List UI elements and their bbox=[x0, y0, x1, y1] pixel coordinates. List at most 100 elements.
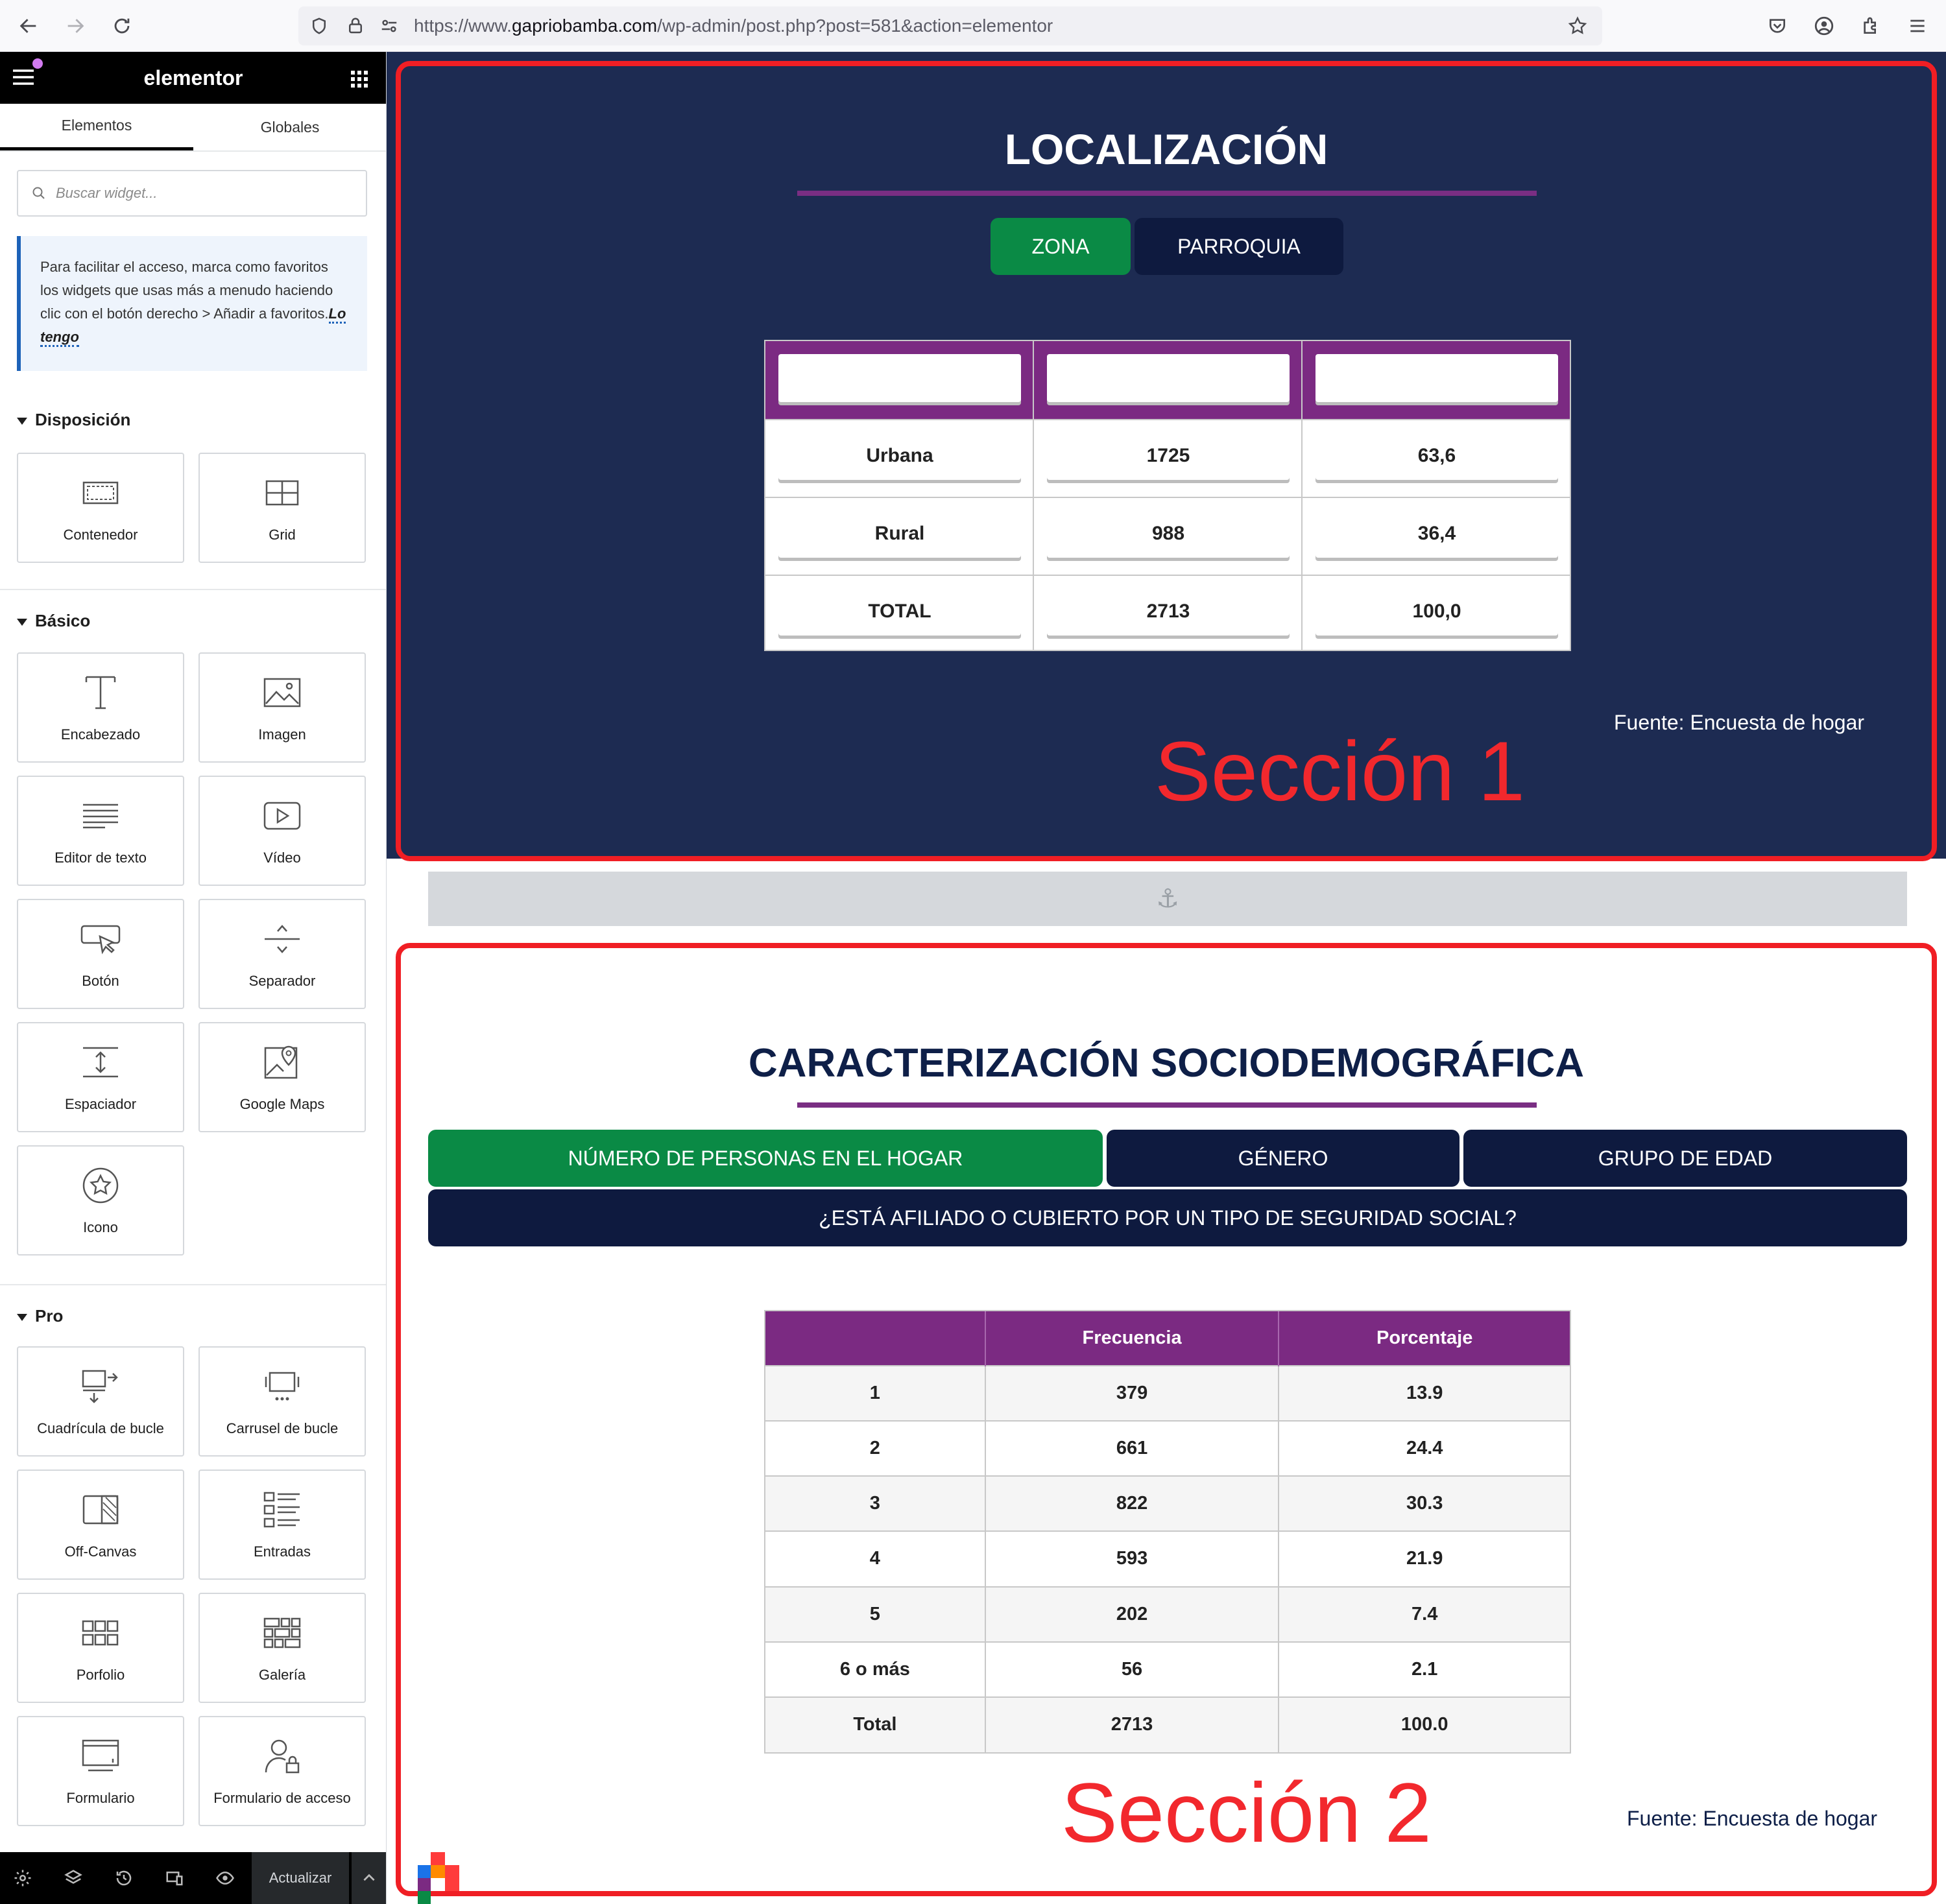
widget-login[interactable]: Formulario de acceso bbox=[198, 1716, 366, 1826]
sidebar-header: elementor bbox=[0, 52, 386, 104]
menu-icon[interactable] bbox=[1903, 12, 1932, 40]
widget-label: Botón bbox=[82, 973, 119, 989]
widget-icon[interactable]: Icono bbox=[17, 1145, 184, 1255]
elementor-sidebar: elementor Elementos Globales Buscar widg… bbox=[0, 52, 387, 1904]
extensions-icon[interactable] bbox=[1856, 12, 1885, 40]
widget-gallery[interactable]: Galería bbox=[198, 1593, 366, 1703]
favorites-notice: Para facilitar el acceso, marca como fav… bbox=[17, 236, 367, 371]
update-button[interactable]: Actualizar bbox=[252, 1852, 349, 1904]
pocket-icon[interactable] bbox=[1763, 12, 1792, 40]
url-bar[interactable]: https://www.gapriobamba.com/wp-admin/pos… bbox=[298, 6, 1602, 45]
category-pro[interactable]: Pro bbox=[17, 1306, 63, 1326]
widget-label: Vídeo bbox=[263, 850, 301, 866]
posts-icon bbox=[200, 1489, 365, 1530]
button-icon bbox=[18, 918, 183, 960]
responsive-mode-icon[interactable] bbox=[152, 1852, 197, 1904]
divider-icon bbox=[200, 918, 365, 960]
widget-heading[interactable]: Encabezado bbox=[17, 652, 184, 763]
widget-label: Formulario bbox=[66, 1790, 135, 1806]
collapse-caret-icon bbox=[17, 618, 27, 626]
widget-text-editor[interactable]: Editor de texto bbox=[17, 776, 184, 886]
pixel-logo bbox=[418, 1852, 483, 1904]
panel-tabs: Elementos Globales bbox=[0, 104, 386, 150]
apps-grid-icon[interactable] bbox=[350, 70, 368, 88]
widget-off-canvas[interactable]: Off-Canvas bbox=[17, 1470, 184, 1580]
star-icon bbox=[18, 1165, 183, 1206]
image-icon bbox=[200, 672, 365, 713]
off-canvas-icon bbox=[18, 1489, 183, 1530]
loop-carousel-icon bbox=[200, 1366, 365, 1407]
bookmark-star-icon[interactable] bbox=[1563, 12, 1592, 40]
widget-container[interactable]: Contenedor bbox=[17, 453, 184, 563]
widget-divider[interactable]: Separador bbox=[198, 899, 366, 1009]
widget-loop-grid[interactable]: Cuadrícula de bucle bbox=[17, 1346, 184, 1457]
widget-portfolio[interactable]: Porfolio bbox=[17, 1593, 184, 1703]
widget-button[interactable]: Botón bbox=[17, 899, 184, 1009]
section-separator[interactable]: ⚓ bbox=[428, 872, 1907, 926]
widget-label: Porfolio bbox=[76, 1667, 125, 1683]
editor-canvas: LOCALIZACIÓN ZONA PARROQUIA Urbana 1725 … bbox=[387, 52, 1946, 1904]
tab-elements[interactable]: Elementos bbox=[0, 104, 193, 150]
brand-logo: elementor bbox=[143, 66, 243, 89]
permissions-icon[interactable] bbox=[375, 12, 403, 40]
lock-icon[interactable] bbox=[341, 12, 370, 40]
widget-label: Separador bbox=[248, 973, 316, 989]
widget-label: Encabezado bbox=[60, 726, 141, 743]
account-icon[interactable] bbox=[1810, 12, 1838, 40]
widget-spacer[interactable]: Espaciador bbox=[17, 1022, 184, 1132]
sidebar-footer: Actualizar bbox=[0, 1852, 386, 1904]
loop-grid-icon bbox=[18, 1366, 183, 1407]
category-layout[interactable]: Disposición bbox=[17, 410, 130, 430]
browser-toolbar: https://www.gapriobamba.com/wp-admin/pos… bbox=[0, 0, 1946, 52]
widget-image[interactable]: Imagen bbox=[198, 652, 366, 763]
collapse-caret-icon bbox=[17, 417, 27, 425]
widget-loop-carousel[interactable]: Carrusel de bucle bbox=[198, 1346, 366, 1457]
grid-icon bbox=[200, 472, 365, 514]
widget-video[interactable]: Vídeo bbox=[198, 776, 366, 886]
search-placeholder: Buscar widget... bbox=[56, 185, 158, 201]
preview-eye-icon[interactable] bbox=[202, 1852, 248, 1904]
widget-label: Off-Canvas bbox=[64, 1543, 137, 1560]
tabs-divider bbox=[0, 150, 386, 152]
widget-label: Editor de texto bbox=[54, 850, 147, 866]
anchor-icon: ⚓ bbox=[1156, 884, 1179, 914]
widget-search-input[interactable]: Buscar widget... bbox=[17, 170, 367, 217]
annotation-label: Sección 2 bbox=[1061, 1765, 1432, 1860]
portfolio-icon bbox=[18, 1612, 183, 1654]
forward-icon[interactable] bbox=[61, 12, 90, 40]
layers-icon[interactable] bbox=[51, 1852, 96, 1904]
widget-label: Cuadrícula de bucle bbox=[37, 1420, 164, 1436]
widget-label: Google Maps bbox=[239, 1096, 325, 1112]
login-icon bbox=[200, 1735, 365, 1777]
chevron-up-icon[interactable] bbox=[350, 1852, 386, 1904]
widget-label: Espaciador bbox=[64, 1096, 137, 1112]
widget-label: Imagen bbox=[258, 726, 306, 743]
back-icon[interactable] bbox=[14, 12, 43, 40]
widget-label: Icono bbox=[83, 1219, 118, 1235]
url-text[interactable]: https://www.gapriobamba.com/wp-admin/pos… bbox=[414, 6, 1053, 45]
history-icon[interactable] bbox=[101, 1852, 147, 1904]
shield-icon[interactable] bbox=[305, 12, 333, 40]
category-divider bbox=[0, 589, 386, 590]
search-icon bbox=[31, 185, 47, 204]
widget-label: Contenedor bbox=[63, 527, 138, 543]
form-icon bbox=[18, 1735, 183, 1777]
collapse-caret-icon bbox=[17, 1313, 27, 1321]
container-icon bbox=[18, 472, 183, 514]
widget-grid[interactable]: Grid bbox=[198, 453, 366, 563]
widget-form[interactable]: Formulario bbox=[17, 1716, 184, 1826]
annotation-box bbox=[396, 943, 1937, 1896]
category-basic[interactable]: Básico bbox=[17, 611, 90, 631]
annotation-label: Sección 1 bbox=[1155, 724, 1525, 818]
widget-label: Carrusel de bucle bbox=[226, 1420, 339, 1436]
reload-icon[interactable] bbox=[108, 12, 136, 40]
text-editor-icon bbox=[18, 795, 183, 837]
settings-gear-icon[interactable] bbox=[0, 1852, 45, 1904]
tab-globals[interactable]: Globales bbox=[193, 104, 386, 150]
widget-google-maps[interactable]: Google Maps bbox=[198, 1022, 366, 1132]
widget-label: Galería bbox=[258, 1667, 306, 1683]
widget-posts[interactable]: Entradas bbox=[198, 1470, 366, 1580]
widget-label: Grid bbox=[269, 527, 296, 543]
gallery-icon bbox=[200, 1612, 365, 1654]
heading-icon bbox=[18, 672, 183, 713]
